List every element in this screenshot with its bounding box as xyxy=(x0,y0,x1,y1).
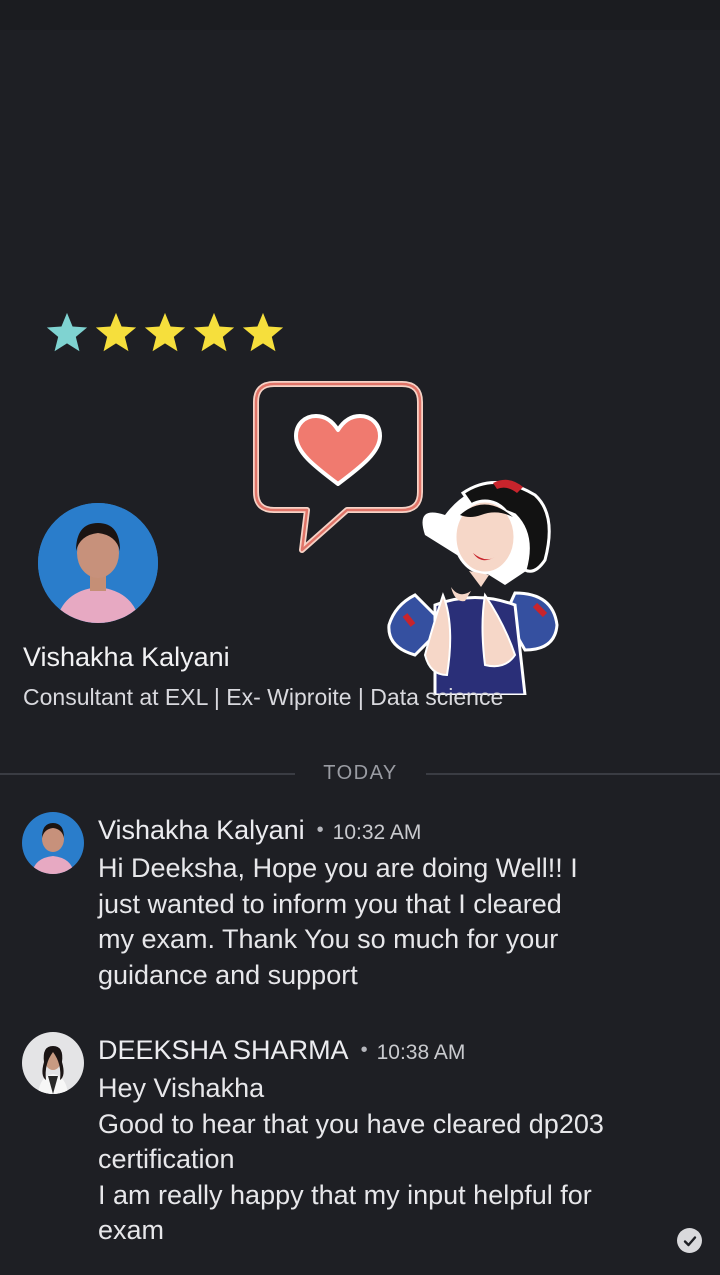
star-icon xyxy=(144,312,186,352)
star-icon xyxy=(46,312,88,352)
top-band xyxy=(0,0,720,30)
message-line: my exam. Thank You so much for your xyxy=(98,924,559,954)
check-icon xyxy=(683,1235,696,1246)
princess-sticker-icon xyxy=(387,479,559,695)
message-sender[interactable]: DEEKSHA SHARMA xyxy=(98,1035,349,1066)
profile-headline: Consultant at EXL | Ex- Wiproite | Data … xyxy=(23,684,504,710)
message-time: 10:38 AM xyxy=(376,1041,466,1064)
message-line: guidance and support xyxy=(98,959,358,990)
message-line: Good to hear that you have cleared dp203 xyxy=(98,1108,604,1139)
sender-avatar[interactable] xyxy=(22,812,84,874)
star-icon xyxy=(193,312,235,352)
message-time: 10:32 AM xyxy=(332,821,422,844)
person-photo-icon xyxy=(22,812,84,874)
message-line: certification xyxy=(98,1144,235,1174)
message-body: Hi Deeksha, Hope you are doing Well!! I … xyxy=(98,851,678,993)
star-icon xyxy=(242,312,284,352)
profile-avatar[interactable] xyxy=(38,503,158,623)
star-icon xyxy=(95,312,137,352)
person-photo-icon xyxy=(38,503,158,623)
separator-dot: • xyxy=(360,1039,368,1061)
divider-line xyxy=(0,773,295,775)
date-separator-label: TODAY xyxy=(323,762,398,784)
message-line: I am really happy that my input helpful … xyxy=(98,1179,592,1210)
message-line: just wanted to inform you that I cleared xyxy=(98,888,562,919)
read-receipt-icon xyxy=(677,1228,702,1253)
message-line: Hey Vishakha xyxy=(98,1073,265,1103)
message-line: exam xyxy=(98,1215,165,1245)
person-photo-icon xyxy=(22,1032,84,1094)
message-body: Hey Vishakha Good to hear that you have … xyxy=(98,1071,678,1249)
separator-dot: • xyxy=(316,819,324,841)
message-sender[interactable]: Vishakha Kalyani xyxy=(98,815,305,846)
star-rating xyxy=(44,310,286,356)
divider-line xyxy=(426,773,720,775)
sender-avatar[interactable] xyxy=(22,1032,84,1094)
message-line: Hi Deeksha, Hope you are doing Well!! I xyxy=(98,853,578,883)
profile-name[interactable]: Vishakha Kalyani xyxy=(23,642,230,673)
